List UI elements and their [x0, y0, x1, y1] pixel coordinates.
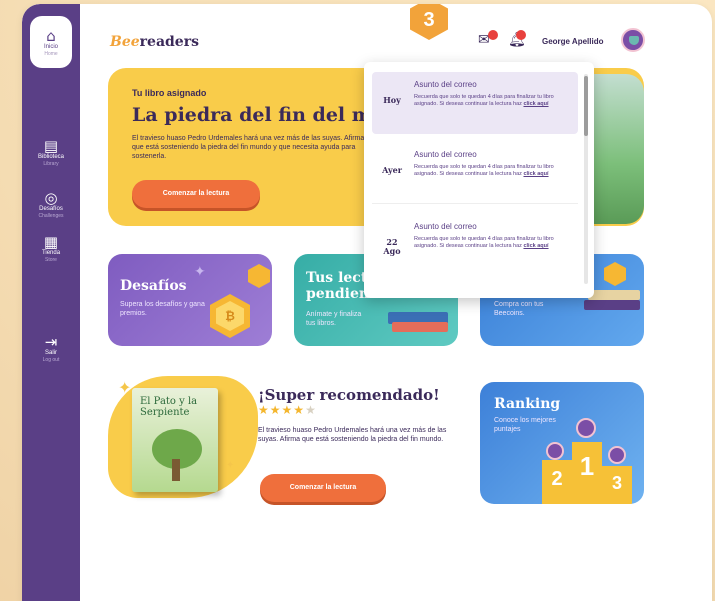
challenges-title: Desafíos — [120, 278, 187, 294]
star-icon: ★ — [281, 403, 294, 417]
sidebar-item-label: Tienda — [41, 250, 61, 256]
podium-second: 2 — [542, 460, 572, 504]
sidebar-item-challenges[interactable]: ◎ Desafíos Challenges — [22, 190, 80, 219]
first-place-avatar — [576, 418, 596, 438]
notification-item[interactable]: Hoy Asunto del correo Recuerda que solo … — [372, 72, 578, 134]
store-description: Compra con tus Beecoins. — [494, 301, 544, 317]
notification-subject: Asunto del correo — [414, 222, 477, 231]
sidebar: ⌂ Inicio Home ▤ Biblioteca Library ◎ Des… — [22, 4, 80, 601]
notification-date: 22 Ago — [383, 237, 401, 256]
ranking-description: Conoce los mejores puntajes — [494, 417, 556, 433]
dropdown-scrollbar-thumb[interactable] — [584, 76, 588, 136]
logo-readers: readers — [139, 34, 199, 50]
hero-description: El travieso huaso Pedro Urdemales hará u… — [132, 135, 365, 160]
notification-link[interactable]: click aquí — [523, 243, 548, 249]
notification-body: Recuerda que solo te quedan 4 días para … — [414, 164, 572, 178]
step-badge: 3 — [410, 4, 448, 40]
podium-third: 3 — [602, 466, 632, 504]
sidebar-item-label: Inicio — [43, 44, 58, 50]
notification-subject: Asunto del correo — [414, 150, 477, 159]
sidebar-item-sublabel: Library — [43, 161, 59, 167]
mail-notification-dot — [488, 30, 498, 40]
beecoin-icon — [604, 262, 626, 286]
recommended-start-reading-button[interactable]: Comenzar la lectura — [260, 474, 386, 502]
sidebar-item-label: Biblioteca — [37, 154, 64, 160]
notification-link[interactable]: click aquí — [523, 101, 548, 107]
notification-subject: Asunto del correo — [414, 80, 477, 89]
notification-date: Ayer — [382, 165, 402, 175]
third-place-avatar — [608, 446, 626, 464]
rating-stars: ★★★★★ — [258, 403, 317, 417]
sidebar-item-sublabel: Challenges — [38, 213, 64, 219]
recommended-description: El travieso huaso Pedro Urdemales hará u… — [258, 427, 447, 443]
sidebar-item-label: Desafíos — [39, 206, 63, 212]
logo-bee: Bee — [110, 34, 140, 50]
sidebar-item-store[interactable]: ▦ Tienda Store — [22, 234, 80, 263]
pending-description: Anímate y finaliza tus libros. — [306, 311, 362, 327]
notification-link[interactable]: click aquí — [523, 171, 548, 177]
star-icon: ★ — [269, 403, 282, 417]
sidebar-item-logout[interactable]: ⇥ Salir Log out — [22, 334, 80, 363]
hero-subtitle: Tu libro asignado — [132, 88, 207, 98]
home-icon: ⌂ — [46, 27, 56, 45]
book-stack-icon — [392, 322, 448, 332]
podium-first: 1 — [572, 442, 602, 504]
beecoin-icon: ₿ — [210, 294, 250, 338]
star-icon: ★ — [258, 403, 270, 417]
notification-body: Recuerda que solo te quedan 4 días para … — [414, 236, 572, 250]
notification-item[interactable]: 22 Ago Asunto del correo Recuerda que so… — [372, 214, 578, 276]
sidebar-item-home[interactable]: ⌂ Inicio Home — [30, 16, 72, 68]
sparkle-icon: ✦ — [194, 264, 206, 280]
user-name[interactable]: George Apellido — [542, 37, 604, 46]
app-window: ⌂ Inicio Home ▤ Biblioteca Library ◎ Des… — [22, 4, 712, 601]
challenges-description: Supera los desafíos y gana premios. — [120, 301, 205, 317]
notification-date: Hoy — [383, 95, 401, 105]
recommended-book-title: El Pato y la Serpiente — [140, 396, 198, 418]
sidebar-item-label: Salir — [44, 350, 57, 356]
app-logo[interactable]: Beereaders — [110, 34, 199, 50]
sidebar-item-sublabel: Store — [45, 257, 57, 263]
tree-trunk-illustration — [172, 459, 180, 481]
beecoin-icon — [248, 264, 270, 288]
challenges-card[interactable]: Desafíos Supera los desafíos y gana prem… — [108, 254, 272, 346]
book-stack-icon — [588, 290, 640, 300]
ranking-card[interactable]: Ranking Conoce los mejores puntajes 2 1 … — [480, 382, 644, 504]
ranking-title: Ranking — [494, 396, 561, 412]
store-icon: ▦ — [43, 233, 59, 251]
sparkle-icon: ✦ — [118, 378, 132, 397]
book-icon: ▤ — [43, 137, 59, 155]
sidebar-item-sublabel: Home — [44, 51, 58, 57]
book-stack-icon — [584, 300, 640, 310]
sidebar-item-library[interactable]: ▤ Biblioteca Library — [22, 138, 80, 167]
start-reading-button[interactable]: Comenzar la lectura — [132, 180, 260, 208]
second-place-avatar — [546, 442, 564, 460]
notification-item[interactable]: Ayer Asunto del correo Recuerda que solo… — [372, 142, 578, 204]
avatar[interactable] — [621, 28, 645, 52]
notification-body: Recuerda que solo te quedan 4 días para … — [414, 94, 572, 108]
star-empty-icon: ★ — [305, 403, 317, 417]
sparkle-icon: ✦ — [226, 460, 235, 471]
bell-notification-dot — [516, 30, 526, 40]
recommended-heading: ¡Super recomendado! — [258, 386, 440, 404]
logout-icon: ⇥ — [44, 333, 58, 351]
star-icon: ★ — [293, 403, 306, 417]
mail-notifications-dropdown: Hoy Asunto del correo Recuerda que solo … — [364, 62, 594, 298]
target-icon: ◎ — [44, 189, 58, 207]
sidebar-item-sublabel: Log out — [42, 357, 60, 363]
